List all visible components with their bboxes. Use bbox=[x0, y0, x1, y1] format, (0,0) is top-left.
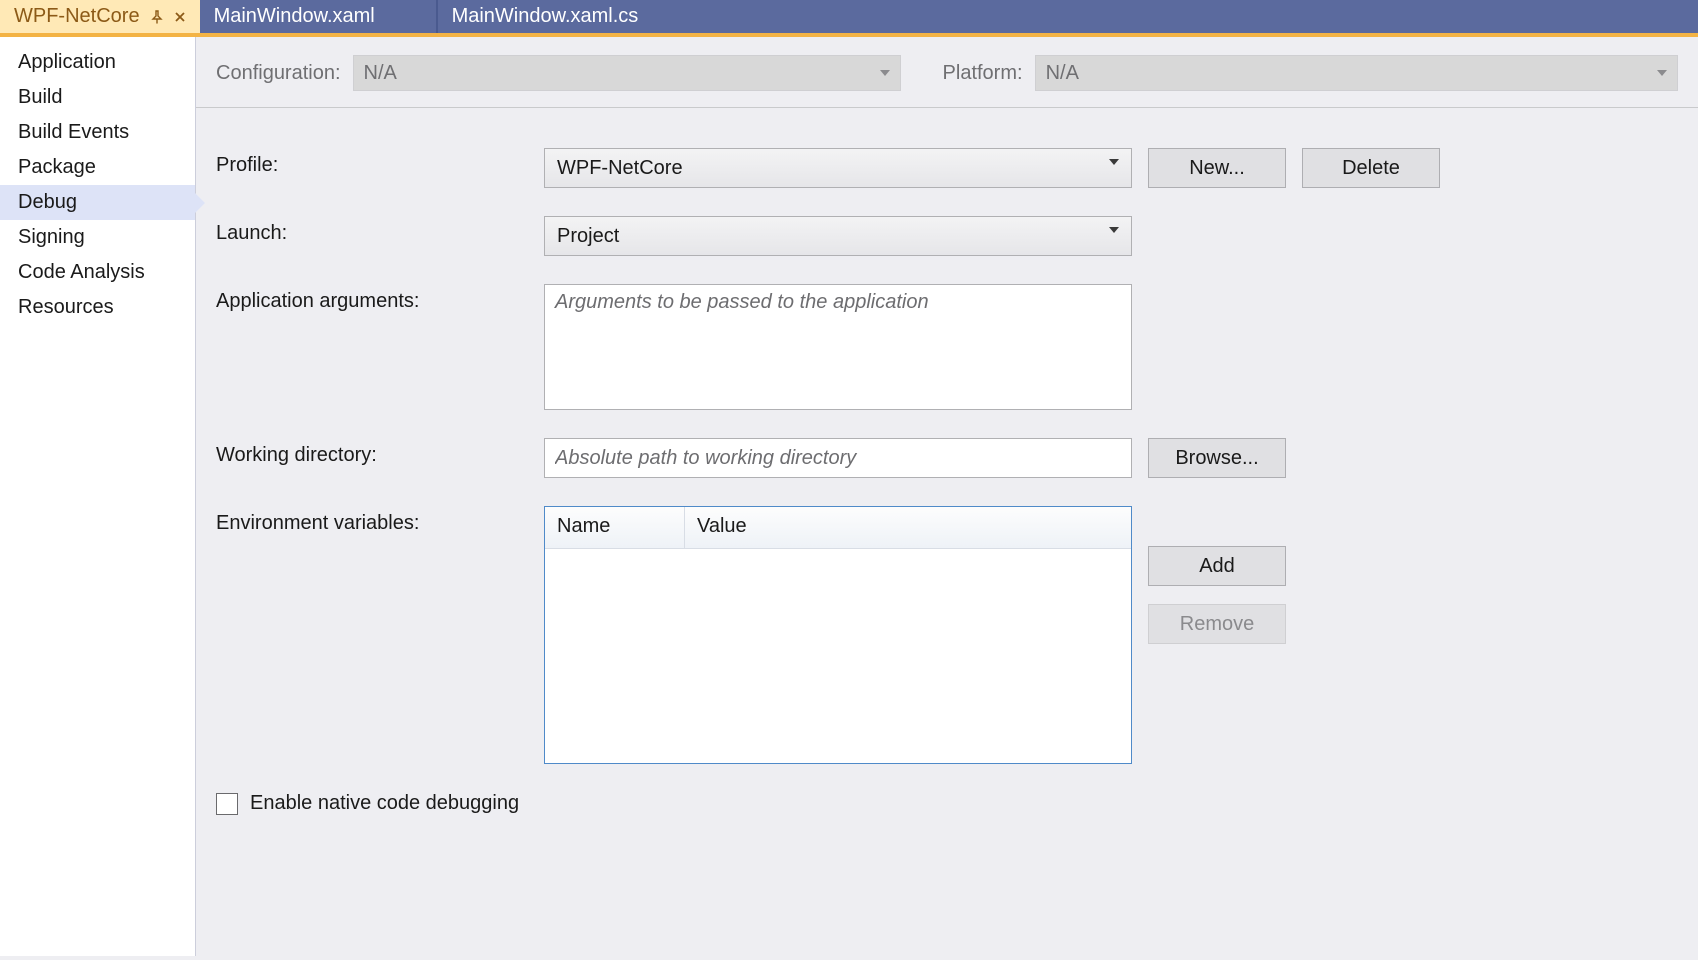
sidebar-item-signing[interactable]: Signing bbox=[0, 220, 195, 255]
configuration-row: Configuration: N/A Platform: N/A bbox=[196, 55, 1698, 108]
env-variables-label: Environment variables: bbox=[216, 506, 544, 535]
debug-properties-panel: Configuration: N/A Platform: N/A Profile… bbox=[196, 37, 1698, 956]
env-variables-table[interactable]: Name Value bbox=[544, 506, 1132, 764]
profile-select[interactable]: WPF-NetCore bbox=[544, 148, 1132, 188]
profile-value: WPF-NetCore bbox=[557, 157, 683, 180]
tab-label: WPF-NetCore bbox=[14, 5, 140, 28]
enable-native-debugging-checkbox[interactable] bbox=[216, 793, 238, 815]
tab-strip: WPF-NetCore MainWindow.xaml MainWindow.x… bbox=[0, 0, 1698, 37]
tab-mainwindow-xaml[interactable]: MainWindow.xaml bbox=[200, 0, 436, 33]
tab-mainwindow-xaml-cs[interactable]: MainWindow.xaml.cs bbox=[438, 0, 732, 33]
launch-label: Launch: bbox=[216, 216, 544, 245]
remove-env-button[interactable]: Remove bbox=[1148, 604, 1286, 644]
launch-select[interactable]: Project bbox=[544, 216, 1132, 256]
tab-label: MainWindow.xaml bbox=[214, 5, 375, 28]
launch-value: Project bbox=[557, 225, 619, 248]
platform-value: N/A bbox=[1046, 62, 1079, 85]
enable-native-debugging-label: Enable native code debugging bbox=[250, 792, 519, 815]
add-env-button[interactable]: Add bbox=[1148, 546, 1286, 586]
env-col-value[interactable]: Value bbox=[685, 507, 1131, 548]
sidebar-item-code-analysis[interactable]: Code Analysis bbox=[0, 255, 195, 290]
app-arguments-label: Application arguments: bbox=[216, 284, 544, 313]
platform-label: Platform: bbox=[943, 62, 1023, 85]
browse-button[interactable]: Browse... bbox=[1148, 438, 1286, 478]
tab-wpf-netcore[interactable]: WPF-NetCore bbox=[0, 0, 200, 33]
sidebar-item-application[interactable]: Application bbox=[0, 45, 195, 80]
sidebar-item-resources[interactable]: Resources bbox=[0, 290, 195, 325]
pin-icon[interactable] bbox=[150, 10, 164, 24]
sidebar-item-build-events[interactable]: Build Events bbox=[0, 115, 195, 150]
env-col-name[interactable]: Name bbox=[545, 507, 685, 548]
configuration-value: N/A bbox=[364, 62, 397, 85]
working-directory-input[interactable] bbox=[544, 438, 1132, 478]
sidebar-item-build[interactable]: Build bbox=[0, 80, 195, 115]
chevron-down-icon bbox=[1109, 227, 1119, 233]
chevron-down-icon bbox=[1109, 159, 1119, 165]
tab-label: MainWindow.xaml.cs bbox=[452, 5, 639, 28]
profile-label: Profile: bbox=[216, 148, 544, 177]
env-table-header: Name Value bbox=[545, 507, 1131, 549]
app-arguments-input[interactable] bbox=[544, 284, 1132, 410]
chevron-down-icon bbox=[880, 70, 890, 76]
sidebar-item-package[interactable]: Package bbox=[0, 150, 195, 185]
platform-select[interactable]: N/A bbox=[1035, 55, 1678, 91]
sidebar-item-debug[interactable]: Debug bbox=[0, 185, 195, 220]
project-properties-sidebar: Application Build Build Events Package D… bbox=[0, 37, 196, 956]
new-profile-button[interactable]: New... bbox=[1148, 148, 1286, 188]
chevron-down-icon bbox=[1657, 70, 1667, 76]
configuration-select[interactable]: N/A bbox=[353, 55, 901, 91]
delete-profile-button[interactable]: Delete bbox=[1302, 148, 1440, 188]
close-icon[interactable] bbox=[174, 11, 186, 23]
configuration-label: Configuration: bbox=[216, 62, 341, 85]
working-directory-label: Working directory: bbox=[216, 438, 544, 467]
